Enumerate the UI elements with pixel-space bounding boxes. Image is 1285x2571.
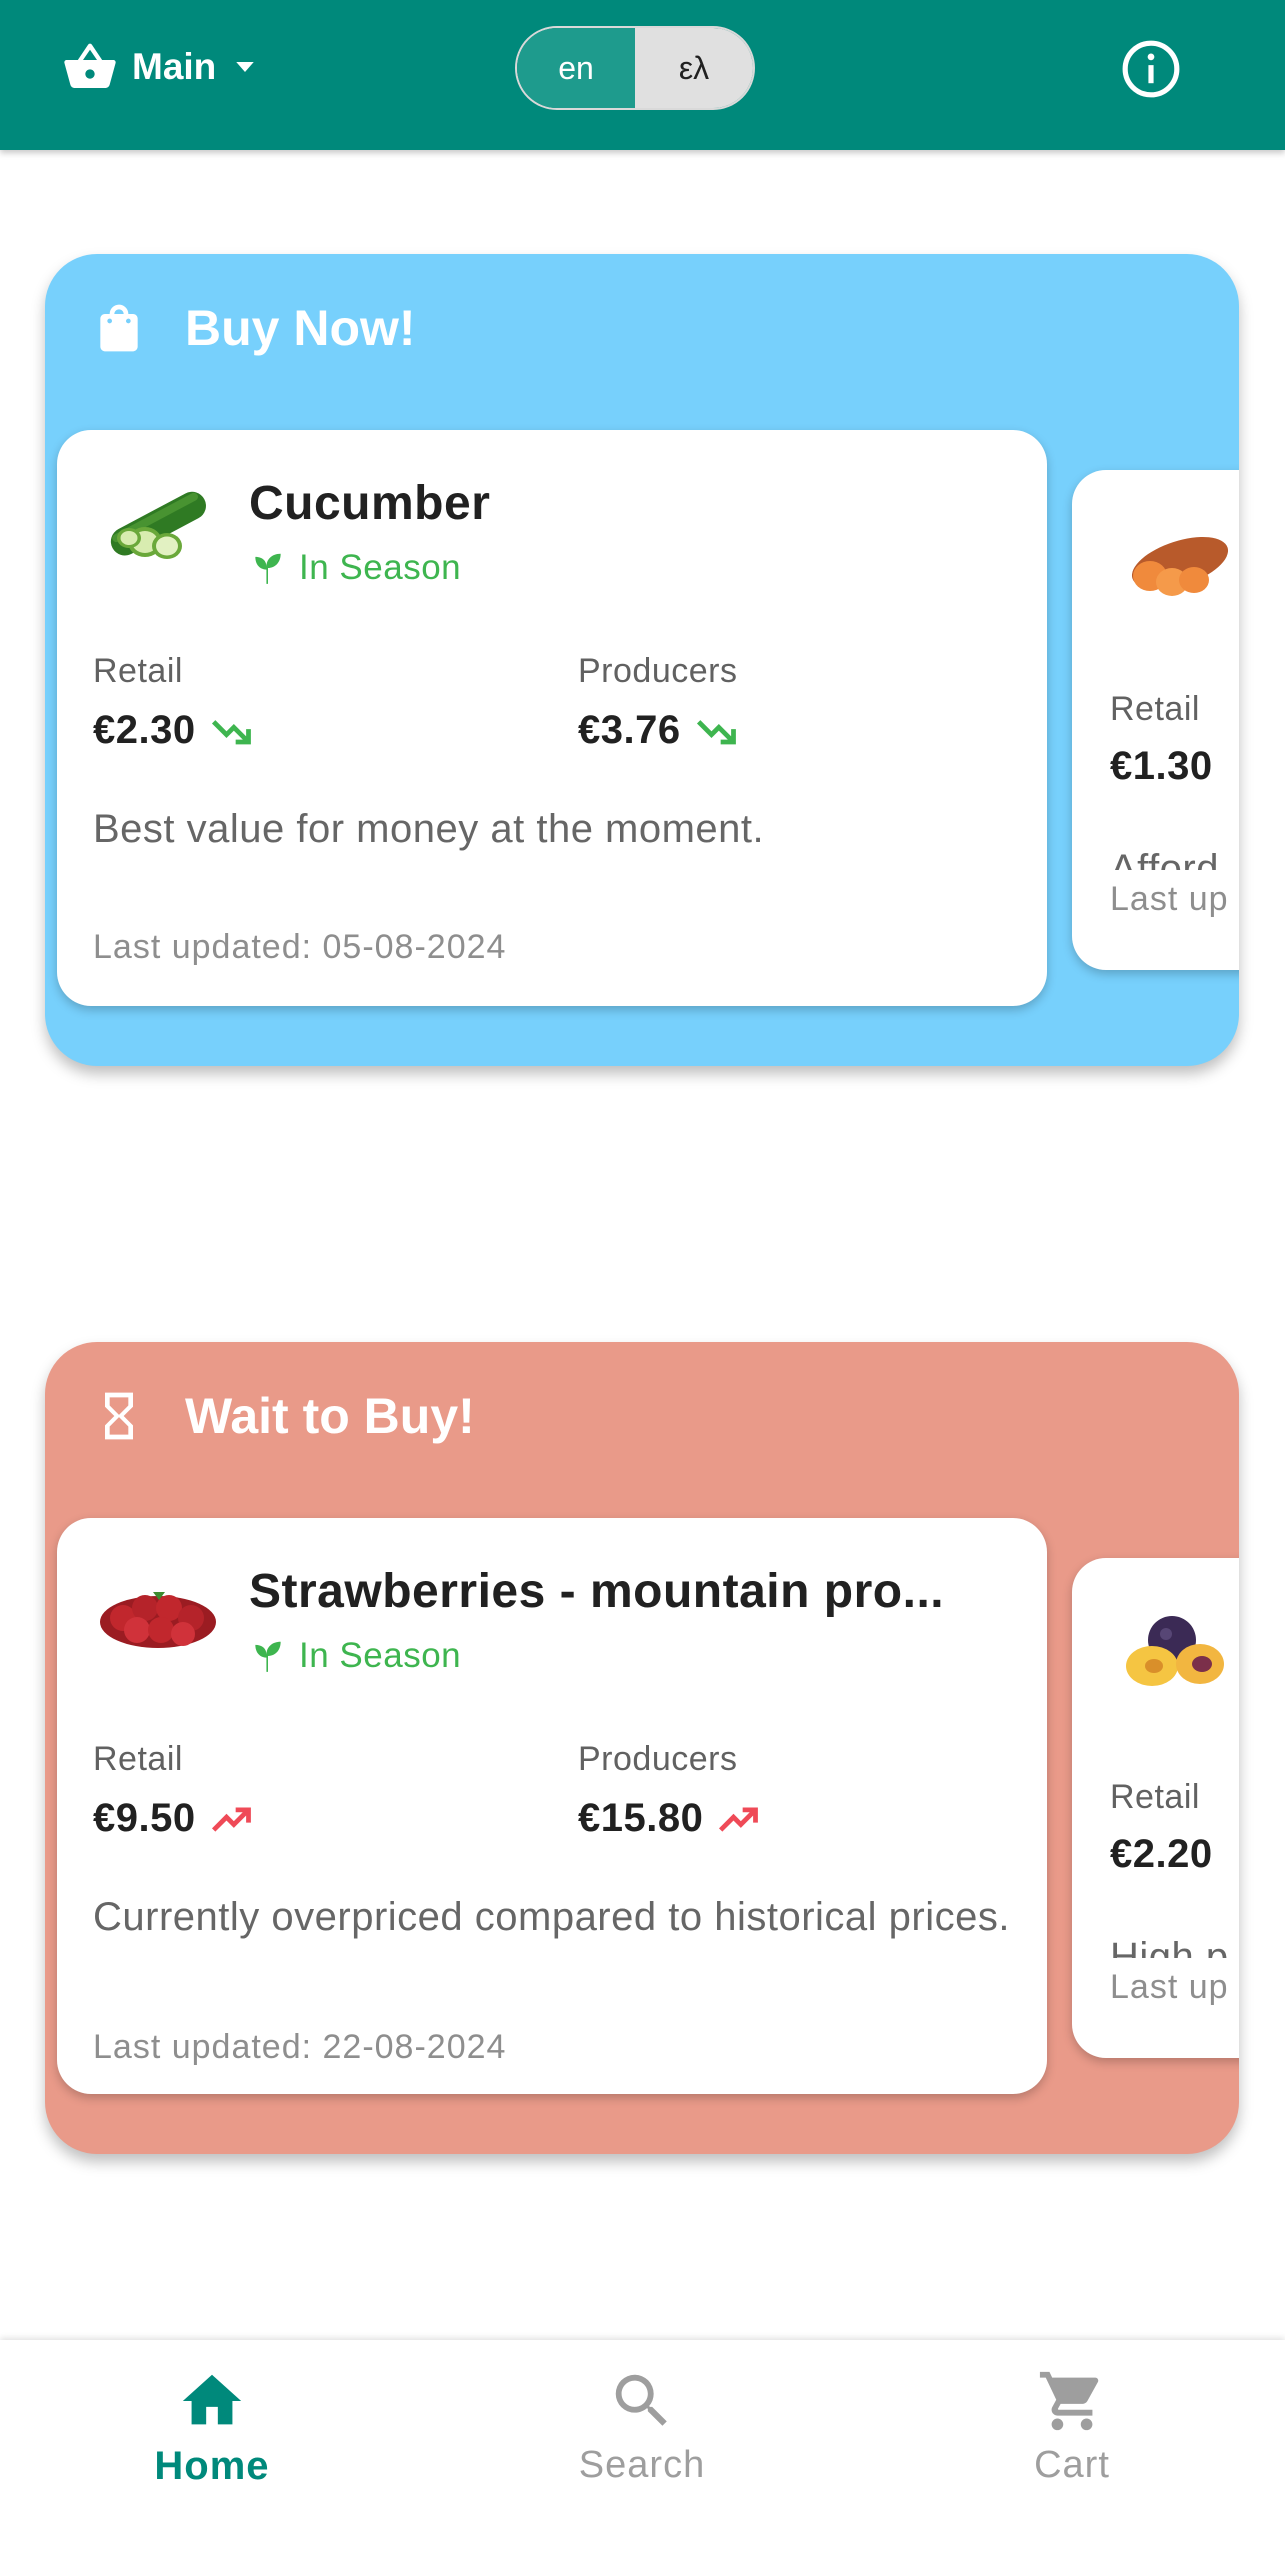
last-updated: Last up xyxy=(1110,1968,1229,2006)
store-selector[interactable]: Main xyxy=(60,36,260,98)
language-option-el[interactable]: ελ xyxy=(635,28,753,108)
nav-home[interactable]: Home xyxy=(62,2366,362,2489)
hourglass-icon xyxy=(105,1392,133,1440)
retail-price-value: €2.20 xyxy=(1110,1832,1213,1876)
retail-price-value: €2.30 xyxy=(93,708,196,752)
product-name: Strawberries - mountain pro... xyxy=(249,1565,945,1618)
product-description: High p xyxy=(1110,1935,1229,1958)
nav-cart-label: Cart xyxy=(1034,2444,1110,2486)
buy-now-header: Buy Now! xyxy=(91,298,416,358)
nav-cart[interactable]: Cart xyxy=(922,2366,1222,2487)
last-updated: Last updated: 22-08-2024 xyxy=(93,2028,507,2066)
cucumber-image xyxy=(110,491,206,559)
shopping-bag-icon xyxy=(100,304,138,352)
strawberries-image xyxy=(100,1592,216,1648)
product-name: Cucumber xyxy=(249,477,491,530)
buy-now-section: Buy Now! Cucumber In Season Retail €2.30 xyxy=(45,254,1239,1066)
trending-down-icon xyxy=(211,719,251,744)
product-description: Currently overpriced compared to histori… xyxy=(93,1895,1010,1939)
sweet-potato-image xyxy=(1131,536,1229,596)
basket-icon xyxy=(64,43,116,88)
retail-label: Retail xyxy=(93,1740,183,1778)
store-label: Main xyxy=(132,46,217,87)
product-card-cucumber[interactable]: Cucumber In Season Retail €2.30 Producer… xyxy=(57,430,1047,1006)
producers-price-value: €3.76 xyxy=(578,708,681,752)
caret-down-icon xyxy=(236,62,255,72)
app-bar: Main en ελ xyxy=(0,0,1285,150)
search-icon xyxy=(615,2374,667,2426)
retail-label: Retail xyxy=(93,652,183,690)
home-icon xyxy=(182,2374,242,2425)
season-label: In Season xyxy=(299,548,462,587)
nav-search[interactable]: Search xyxy=(492,2366,792,2487)
season-label: In Season xyxy=(299,1636,462,1675)
season-badge: In Season xyxy=(249,548,461,588)
season-badge: In Season xyxy=(249,1636,461,1676)
trending-up-icon xyxy=(211,1806,251,1832)
retail-label: Retail xyxy=(1110,690,1200,728)
product-description: Best value for money at the moment. xyxy=(93,807,765,851)
producers-label: Producers xyxy=(578,652,738,690)
last-updated: Last up xyxy=(1110,880,1229,918)
trending-up-icon xyxy=(719,1806,759,1832)
producers-price: €3.76 xyxy=(578,708,739,753)
cart-icon xyxy=(1039,2371,1099,2431)
wait-to-buy-section: Wait to Buy! Strawberries - mountain pro… xyxy=(45,1342,1239,2154)
last-updated: Last updated: 05-08-2024 xyxy=(93,928,507,966)
wait-to-buy-title: Wait to Buy! xyxy=(185,1388,475,1444)
info-icon[interactable] xyxy=(1120,38,1182,100)
product-description: Afford xyxy=(1110,847,1219,870)
trending-down-icon xyxy=(696,719,736,744)
retail-price-value: €1.30 xyxy=(1110,744,1213,788)
plums-image xyxy=(1126,1616,1224,1686)
product-card-strawberries[interactable]: Strawberries - mountain pro... In Season… xyxy=(57,1518,1047,2094)
producers-price-value: €15.80 xyxy=(578,1796,704,1840)
product-card-plums[interactable]: Retail €2.20 High p Last up xyxy=(1072,1558,1239,2058)
sprout-icon xyxy=(255,553,281,584)
sprout-icon xyxy=(255,1641,281,1672)
retail-label: Retail xyxy=(1110,1778,1200,1816)
retail-price-value: €9.50 xyxy=(93,1796,196,1840)
producers-label: Producers xyxy=(578,1740,738,1778)
producers-price: €15.80 xyxy=(578,1796,761,1841)
language-toggle[interactable]: en ελ xyxy=(515,26,755,110)
nav-home-label: Home xyxy=(154,2444,270,2488)
bottom-navigation: Home Search Cart xyxy=(0,2340,1285,2571)
product-card-sweet-potato[interactable]: Retail €1.30 Afford Last up xyxy=(1072,470,1239,970)
language-option-en[interactable]: en xyxy=(517,28,635,108)
retail-price: €9.50 xyxy=(93,1796,254,1841)
retail-price: €2.30 xyxy=(93,708,254,753)
wait-to-buy-header: Wait to Buy! xyxy=(91,1386,475,1446)
nav-search-label: Search xyxy=(578,2444,706,2486)
buy-now-title: Buy Now! xyxy=(185,300,416,356)
